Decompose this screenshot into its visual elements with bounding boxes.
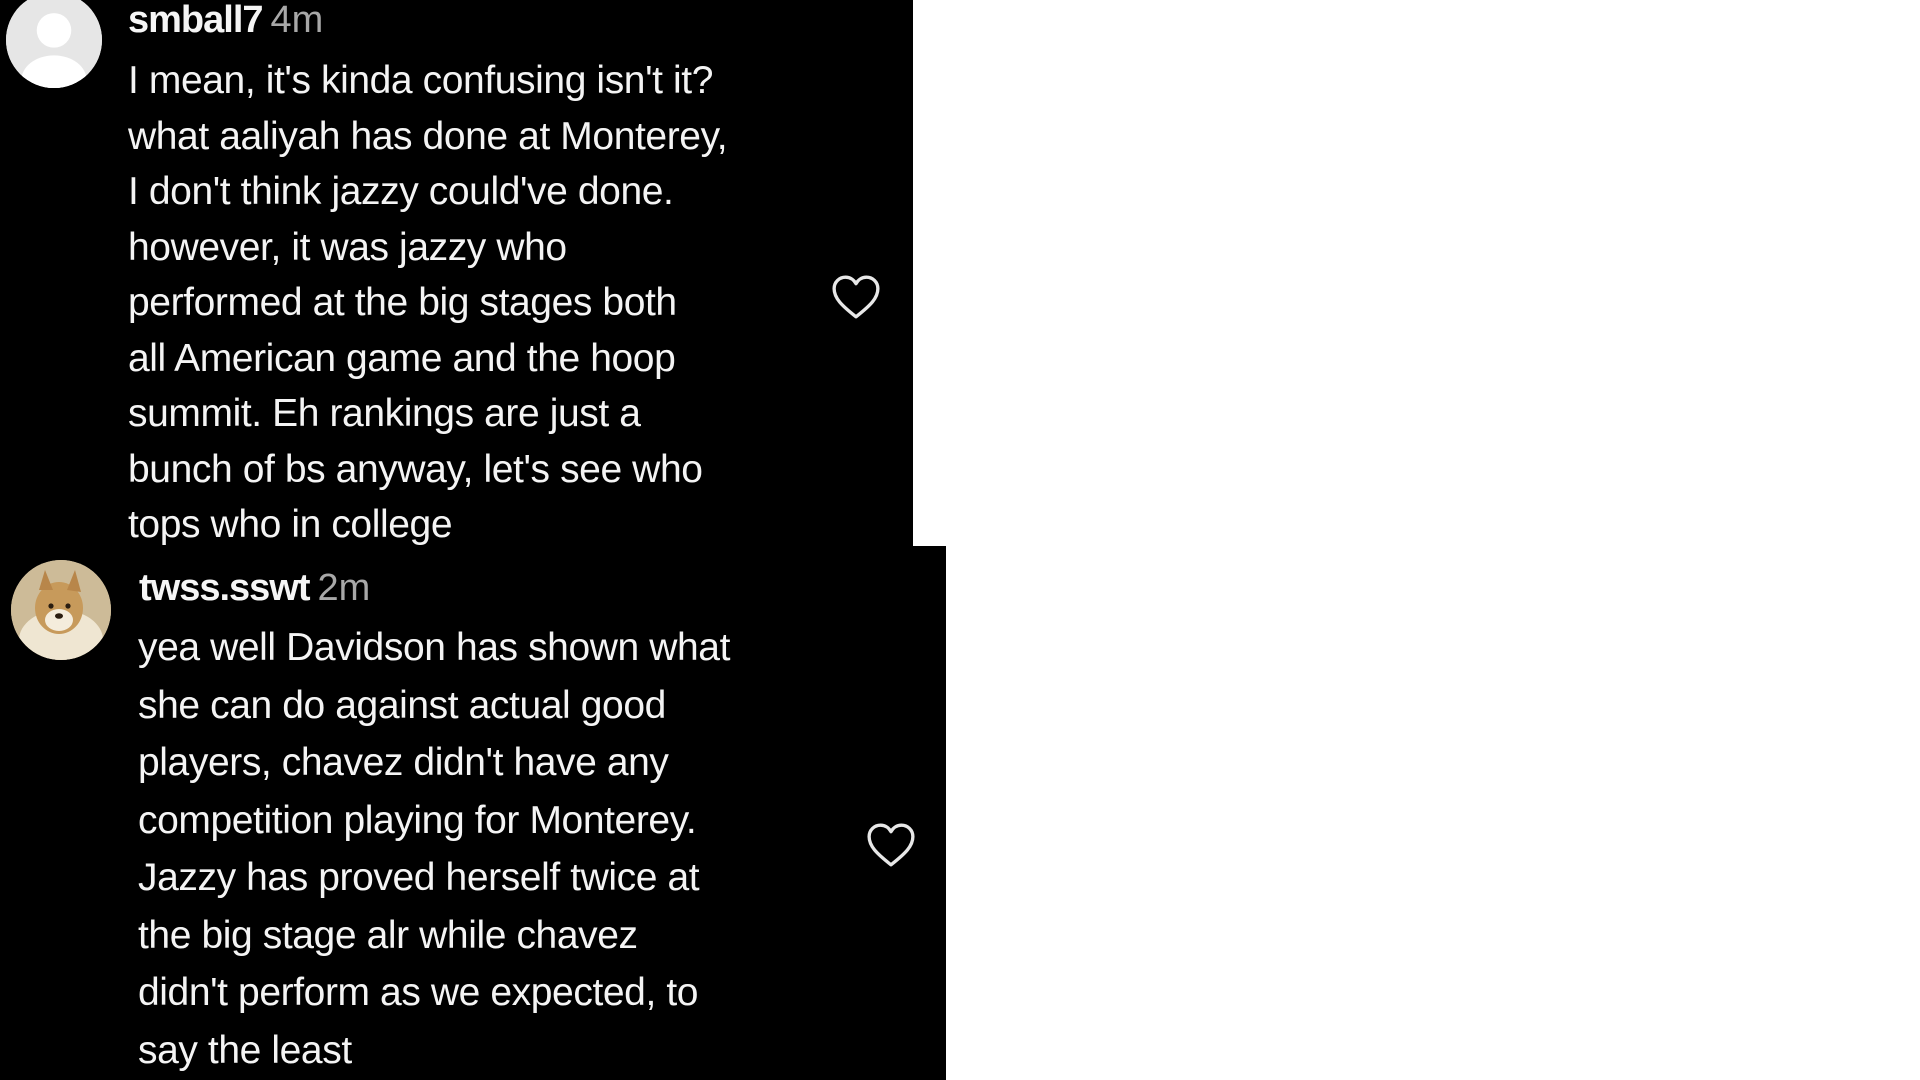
dog-photo-avatar — [11, 560, 111, 660]
default-avatar-icon — [6, 0, 102, 88]
comment-text: yea well Davidson has shown what she can… — [138, 626, 731, 1072]
username[interactable]: smball7 — [128, 0, 264, 41]
avatar[interactable] — [6, 0, 102, 88]
heart-outline-icon — [832, 275, 880, 319]
heart-outline-icon — [867, 823, 915, 867]
avatar[interactable] — [11, 560, 111, 660]
like-button[interactable] — [866, 822, 916, 868]
like-button[interactable] — [831, 274, 881, 320]
comment-header: smball7 4m — [128, 0, 323, 42]
username[interactable]: twss.sswt — [139, 567, 311, 609]
comment-card: smball7 4m I mean, it's kinda confusing i… — [0, 0, 913, 546]
comment-card: twss.sswt 2m yea well Davidson has shown … — [0, 546, 946, 1080]
timestamp: 4m — [270, 0, 324, 41]
comment-header: twss.sswt 2m — [139, 566, 370, 610]
timestamp: 2m — [317, 567, 371, 609]
comment-text: I mean, it's kinda confusing isn't it? w… — [128, 59, 728, 546]
